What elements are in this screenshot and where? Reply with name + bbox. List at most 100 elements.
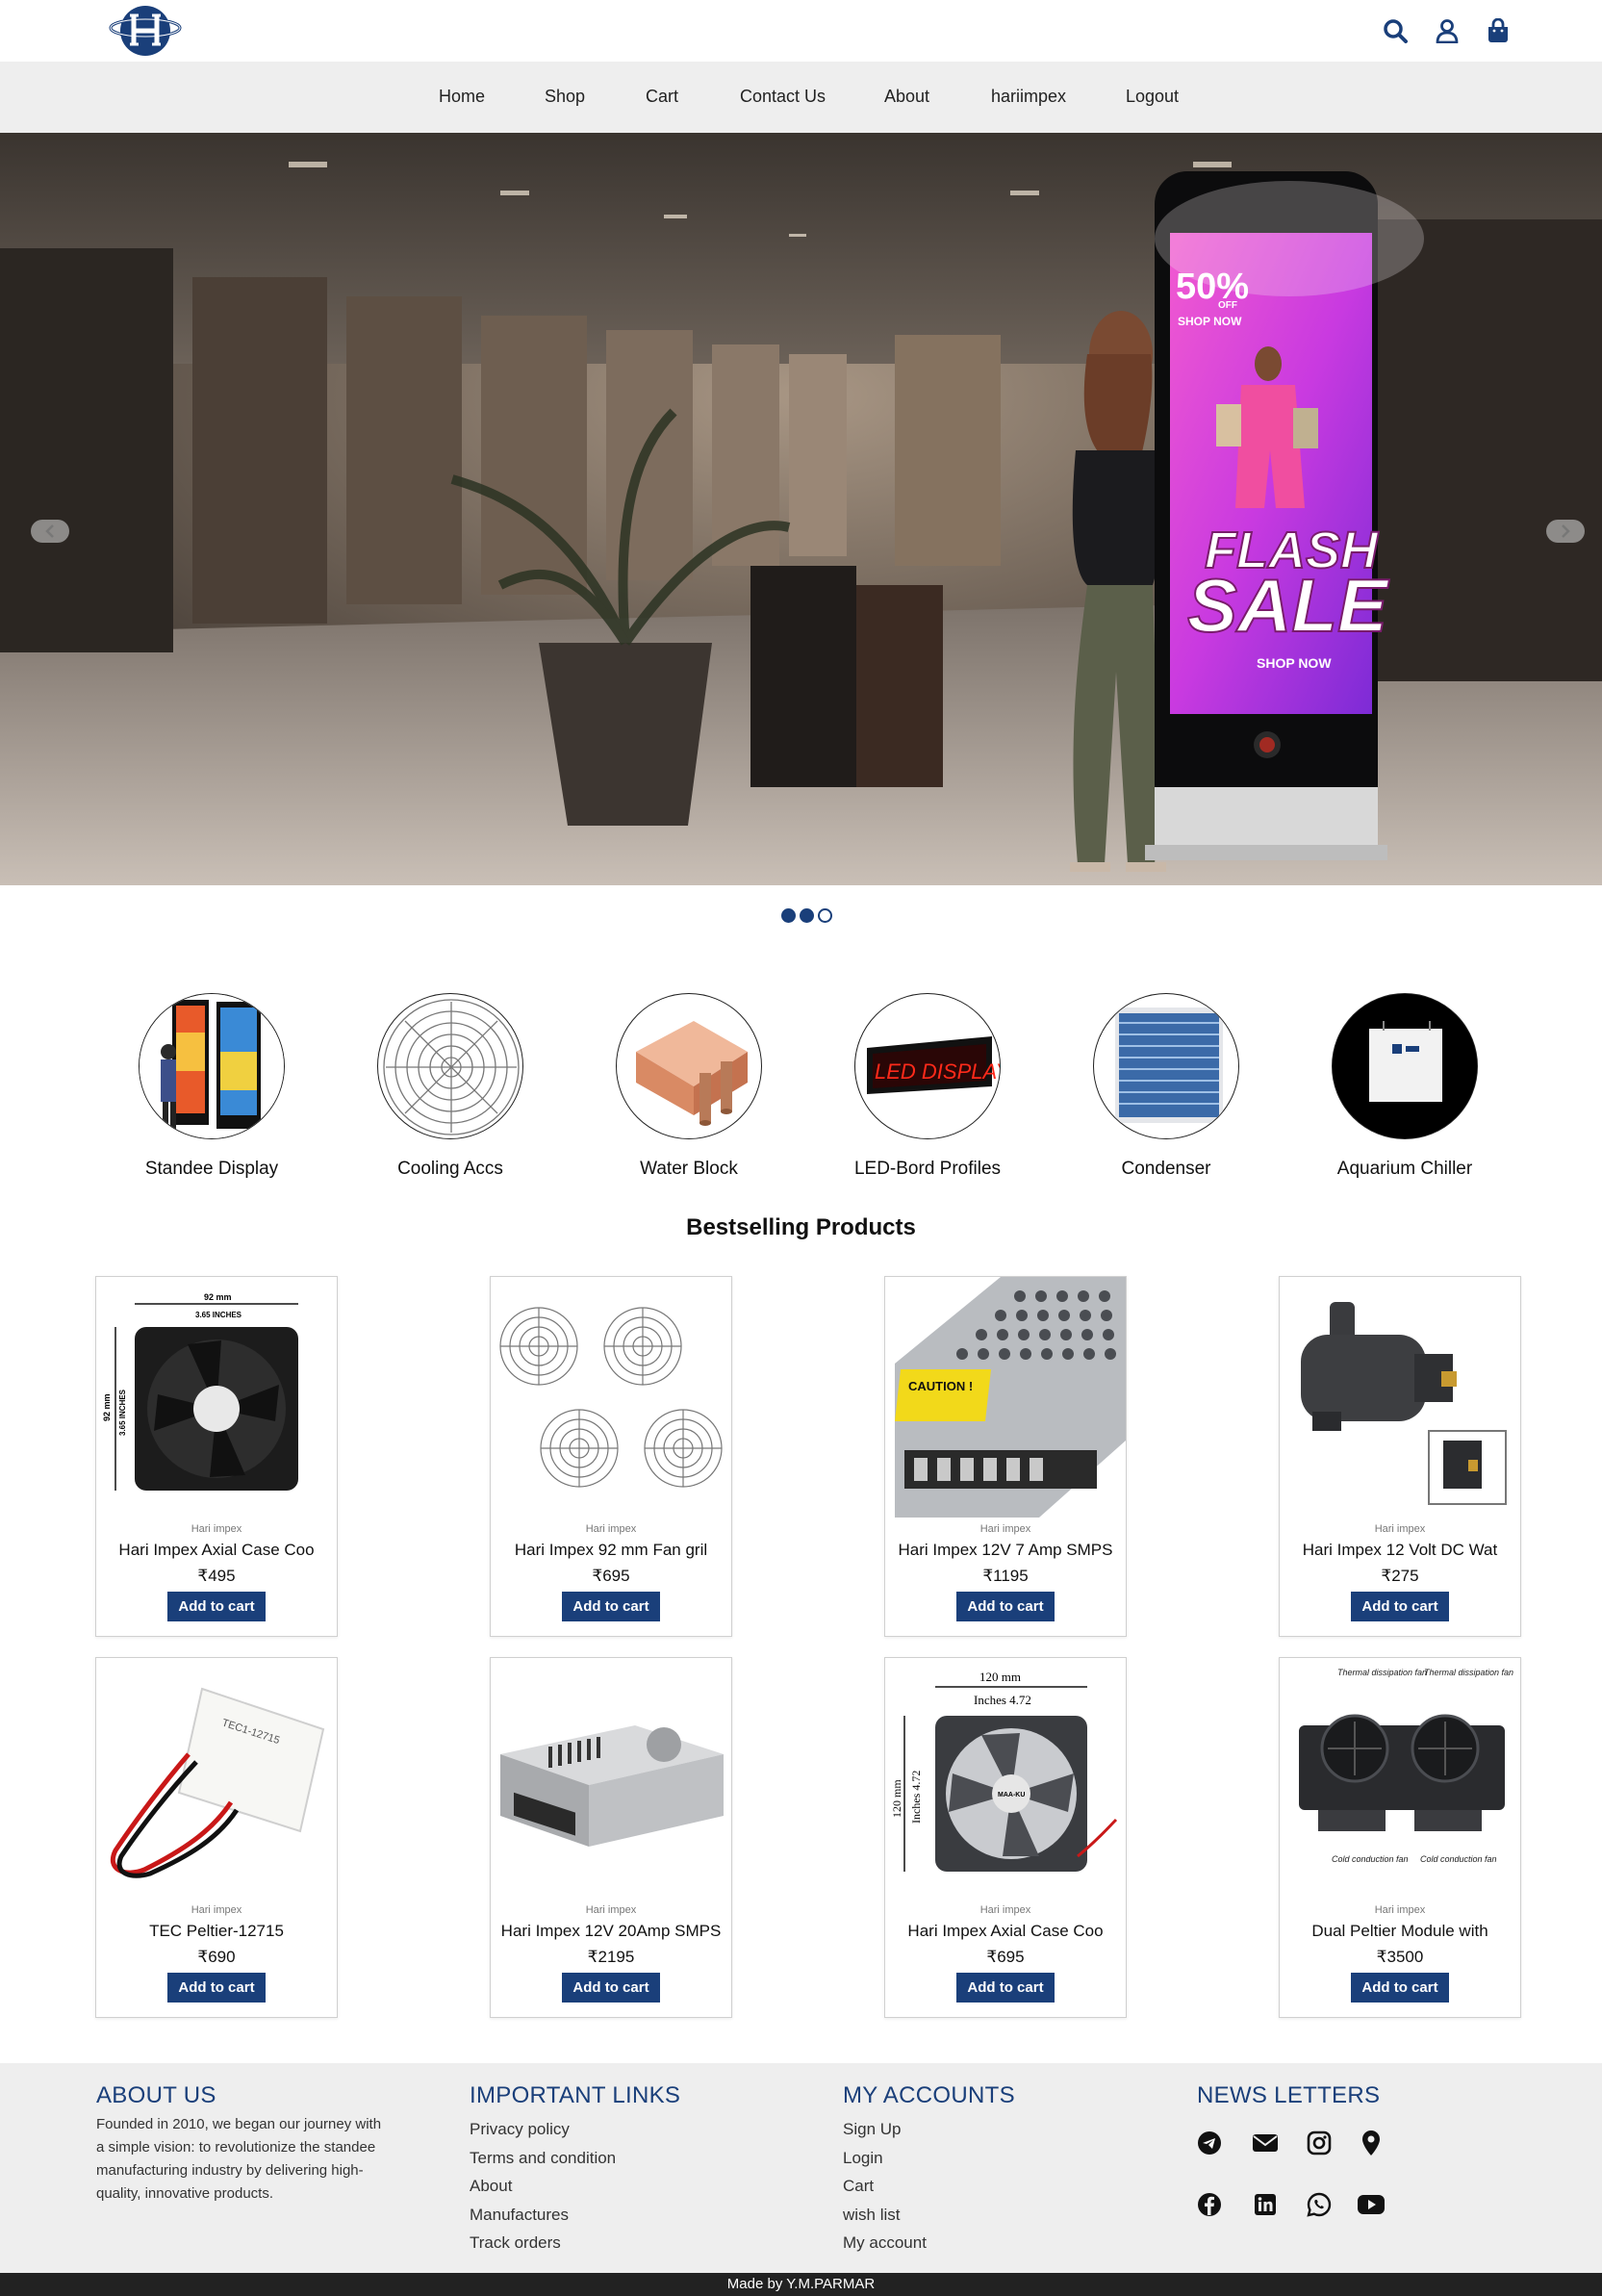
location-icon[interactable] bbox=[1357, 2129, 1386, 2157]
product-price: ₹2195 bbox=[587, 1948, 635, 1966]
product-image: TEC1-12715 bbox=[96, 1658, 337, 1899]
category-label: Condenser bbox=[1121, 1159, 1211, 1179]
nav-logout[interactable]: Logout bbox=[1126, 87, 1179, 107]
footer-my-accounts-title: MY ACCOUNTS bbox=[843, 2082, 1015, 2108]
footer-important-links: Privacy policy Terms and condition About… bbox=[470, 2115, 616, 2258]
footer-link-cart[interactable]: Cart bbox=[843, 2172, 927, 2201]
site-logo[interactable] bbox=[109, 2, 182, 60]
category-cooling-accs[interactable]: Cooling Accs bbox=[335, 993, 566, 1180]
add-to-cart-button[interactable]: Add to cart bbox=[1351, 1973, 1449, 2003]
svg-text:92 mm: 92 mm bbox=[102, 1393, 112, 1421]
category-image bbox=[1093, 993, 1239, 1139]
product-brand: Hari impex bbox=[191, 1904, 242, 1916]
footer-link-track-orders[interactable]: Track orders bbox=[470, 2229, 616, 2258]
svg-text:Thermal dissipation fan: Thermal dissipation fan bbox=[1424, 1668, 1513, 1677]
nav-shop[interactable]: Shop bbox=[545, 87, 585, 107]
product-card[interactable]: Hari impex Hari Impex 12V 20Amp SMPS ₹21… bbox=[490, 1657, 732, 2018]
nav-cart[interactable]: Cart bbox=[646, 87, 678, 107]
search-icon[interactable] bbox=[1380, 15, 1411, 46]
product-card[interactable]: Thermal dissipation fan Thermal dissipat… bbox=[1279, 1657, 1521, 2018]
linkedin-icon[interactable] bbox=[1251, 2190, 1280, 2219]
footer-link-terms[interactable]: Terms and condition bbox=[470, 2144, 616, 2173]
product-card[interactable]: TEC1-12715 Hari impex TEC Peltier-12715 … bbox=[95, 1657, 338, 2018]
instagram-icon[interactable] bbox=[1305, 2129, 1334, 2157]
nav-home[interactable]: Home bbox=[439, 87, 485, 107]
svg-text:OFF: OFF bbox=[1218, 300, 1237, 311]
footer-newsletters-title: NEWS LETTERS bbox=[1197, 2082, 1381, 2108]
carousel-prev-button[interactable] bbox=[31, 520, 69, 543]
add-to-cart-button[interactable]: Add to cart bbox=[562, 1973, 660, 2003]
product-name[interactable]: Hari Impex 12 Volt DC Wat bbox=[1280, 1541, 1520, 1560]
product-card[interactable]: CAUTION ! Hari impex Hari Impex 12V 7 Am… bbox=[884, 1276, 1127, 1637]
footer-link-privacy-policy[interactable]: Privacy policy bbox=[470, 2115, 616, 2144]
shopping-bag-icon[interactable] bbox=[1483, 15, 1513, 46]
product-name[interactable]: Hari Impex Axial Case Coo bbox=[885, 1922, 1126, 1941]
product-image bbox=[491, 1658, 731, 1899]
carousel-next-button[interactable] bbox=[1546, 520, 1585, 543]
svg-text:Inches 4.72: Inches 4.72 bbox=[909, 1771, 923, 1824]
product-price: ₹1195 bbox=[982, 1567, 1029, 1585]
svg-text:SHOP NOW: SHOP NOW bbox=[1257, 655, 1332, 671]
user-icon[interactable] bbox=[1432, 15, 1462, 46]
facebook-icon[interactable] bbox=[1195, 2190, 1224, 2219]
hero-slide-image: 50% OFF SHOP NOW FLASH SALE SHOP NOW bbox=[0, 133, 1602, 885]
add-to-cart-button[interactable]: Add to cart bbox=[956, 1592, 1055, 1621]
add-to-cart-button[interactable]: Add to cart bbox=[956, 1973, 1055, 2003]
product-image: 120 mm Inches 4.72 120 mm Inches 4.72 MA… bbox=[885, 1658, 1126, 1899]
category-aquarium-chiller[interactable]: Aquarium Chiller bbox=[1289, 993, 1520, 1180]
add-to-cart-button[interactable]: Add to cart bbox=[1351, 1592, 1449, 1621]
whatsapp-icon[interactable] bbox=[1305, 2190, 1334, 2219]
hero-carousel[interactable]: 50% OFF SHOP NOW FLASH SALE SHOP NOW bbox=[0, 133, 1602, 885]
footer-link-my-account[interactable]: My account bbox=[843, 2229, 927, 2258]
product-price: ₹690 bbox=[197, 1948, 236, 1966]
nav-hariimpex[interactable]: hariimpex bbox=[991, 87, 1066, 107]
telegram-icon[interactable] bbox=[1195, 2129, 1224, 2157]
product-name[interactable]: Dual Peltier Module with bbox=[1280, 1922, 1520, 1941]
youtube-icon[interactable] bbox=[1357, 2190, 1386, 2219]
product-card[interactable]: 92 mm 3.65 INCHES 92 mm 3.65 INCHES Hari… bbox=[95, 1276, 338, 1637]
footer-link-login[interactable]: Login bbox=[843, 2144, 927, 2173]
footer-link-manufactures[interactable]: Manufactures bbox=[470, 2201, 616, 2230]
email-icon[interactable] bbox=[1251, 2129, 1280, 2157]
main-nav: Home Shop Cart Contact Us About hariimpe… bbox=[0, 62, 1602, 133]
category-label: Aquarium Chiller bbox=[1336, 1159, 1473, 1179]
footer-link-about[interactable]: About bbox=[470, 2172, 616, 2201]
add-to-cart-button[interactable]: Add to cart bbox=[167, 1592, 266, 1621]
nav-about[interactable]: About bbox=[884, 87, 929, 107]
svg-text:3.65 INCHES: 3.65 INCHES bbox=[118, 1389, 127, 1436]
footer-link-wish-list[interactable]: wish list bbox=[843, 2201, 927, 2230]
carousel-dot-3[interactable] bbox=[818, 908, 832, 923]
nav-contact-us[interactable]: Contact Us bbox=[740, 87, 826, 107]
product-brand: Hari impex bbox=[585, 1523, 637, 1535]
svg-text:Inches 4.72: Inches 4.72 bbox=[974, 1693, 1031, 1707]
category-label: Standee Display bbox=[144, 1159, 279, 1179]
carousel-dot-2[interactable] bbox=[800, 908, 814, 923]
product-name[interactable]: Hari Impex 12V 7 Amp SMPS bbox=[885, 1541, 1126, 1560]
svg-text:120 mm: 120 mm bbox=[890, 1779, 903, 1818]
product-name[interactable]: TEC Peltier-12715 bbox=[96, 1922, 337, 1941]
category-led-bord-profiles[interactable]: LED DISPLAY LED-Bord Profiles bbox=[812, 993, 1043, 1180]
category-water-block[interactable]: Water Block bbox=[573, 993, 804, 1180]
product-card[interactable]: 120 mm Inches 4.72 120 mm Inches 4.72 MA… bbox=[884, 1657, 1127, 2018]
footer-link-sign-up[interactable]: Sign Up bbox=[843, 2115, 927, 2144]
svg-text:MAA-KU: MAA-KU bbox=[998, 1792, 1025, 1799]
carousel-indicators bbox=[781, 908, 832, 923]
product-brand: Hari impex bbox=[979, 1523, 1031, 1535]
product-card[interactable]: Hari impex Hari Impex 92 mm Fan gril ₹69… bbox=[490, 1276, 732, 1637]
svg-text:CAUTION !: CAUTION ! bbox=[908, 1379, 973, 1393]
svg-text:92 mm: 92 mm bbox=[204, 1292, 232, 1302]
product-name[interactable]: Hari Impex 12V 20Amp SMPS bbox=[491, 1922, 731, 1941]
product-name[interactable]: Hari Impex 92 mm Fan gril bbox=[491, 1541, 731, 1560]
product-name[interactable]: Hari Impex Axial Case Coo bbox=[96, 1541, 337, 1560]
product-image: CAUTION ! bbox=[885, 1277, 1126, 1518]
add-to-cart-button[interactable]: Add to cart bbox=[167, 1973, 266, 2003]
site-footer: ABOUT US Founded in 2010, we began our j… bbox=[0, 2063, 1602, 2273]
footer-about-title: ABOUT US bbox=[96, 2082, 216, 2108]
category-standee-display[interactable]: Standee Display bbox=[96, 993, 327, 1180]
bestselling-title: Bestselling Products bbox=[686, 1214, 916, 1240]
product-card[interactable]: Hari impex Hari Impex 12 Volt DC Wat ₹27… bbox=[1279, 1276, 1521, 1637]
carousel-dot-1[interactable] bbox=[781, 908, 796, 923]
product-price: ₹695 bbox=[986, 1948, 1025, 1966]
add-to-cart-button[interactable]: Add to cart bbox=[562, 1592, 660, 1621]
category-condenser[interactable]: Condenser bbox=[1051, 993, 1282, 1180]
